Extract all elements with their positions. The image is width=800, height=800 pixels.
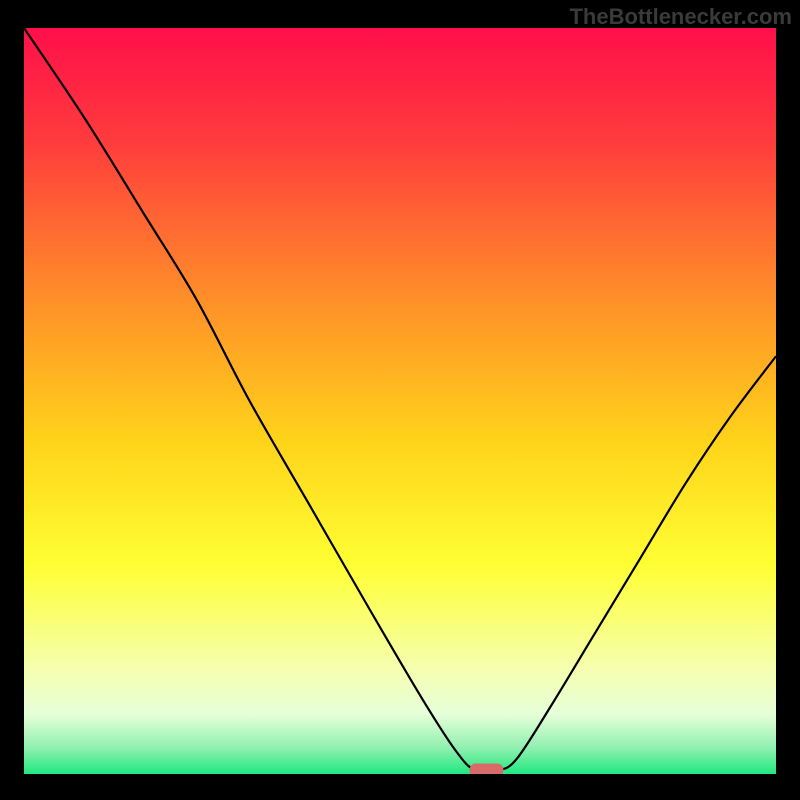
watermark-text: TheBottlenecker.com [569,4,792,30]
plot-area [24,28,776,774]
bottleneck-chart: TheBottlenecker.com [0,0,800,800]
chart-svg [24,28,776,774]
optimum-marker [470,764,504,774]
